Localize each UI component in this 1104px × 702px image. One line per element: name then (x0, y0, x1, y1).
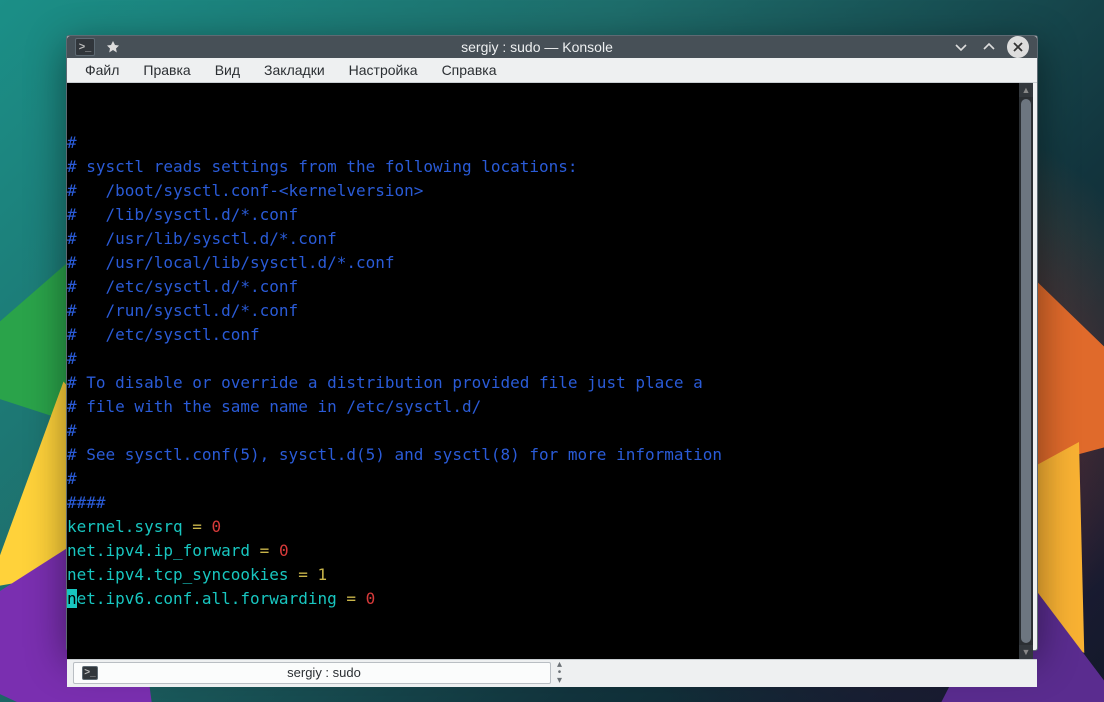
terminal-line: net.ipv6.conf.all.forwarding = 0 (67, 587, 1019, 611)
terminal-line: # /usr/local/lib/sysctl.d/*.conf (67, 251, 1019, 275)
tab-bar: >_ sergiy : sudo ▴•▾ (67, 659, 1037, 687)
terminal-line: # /run/sysctl.d/*.conf (67, 299, 1019, 323)
terminal-line: net.ipv4.ip_forward = 0 (67, 539, 1019, 563)
terminal-line: # /etc/sysctl.d/*.conf (67, 275, 1019, 299)
terminal-line: # file with the same name in /etc/sysctl… (67, 395, 1019, 419)
terminal-line: # (67, 419, 1019, 443)
terminal-line: # (67, 131, 1019, 155)
terminal-viewport[interactable]: ## sysctl reads settings from the follow… (67, 83, 1019, 659)
terminal-icon: >_ (75, 38, 95, 56)
terminal-icon: >_ (82, 666, 98, 680)
maximize-button[interactable] (979, 37, 999, 57)
desktop-wallpaper: >_ sergiy : sudo — Konsole Файл Правка В… (0, 0, 1104, 702)
terminal-line: net.ipv4.tcp_syncookies = 1 (67, 563, 1019, 587)
terminal-scrollbar[interactable]: ▲ ▼ (1019, 83, 1033, 659)
terminal-tab[interactable]: >_ sergiy : sudo (73, 662, 551, 684)
terminal-line: # (67, 467, 1019, 491)
terminal-area: ## sysctl reads settings from the follow… (67, 83, 1037, 659)
terminal-line: # /usr/lib/sysctl.d/*.conf (67, 227, 1019, 251)
tab-label: sergiy : sudo (106, 665, 542, 680)
terminal-line: # /etc/sysctl.conf (67, 323, 1019, 347)
minimize-button[interactable] (951, 37, 971, 57)
menu-bookmarks[interactable]: Закладки (252, 58, 337, 82)
terminal-line: # See sysctl.conf(5), sysctl.d(5) and sy… (67, 443, 1019, 467)
menu-view[interactable]: Вид (203, 58, 252, 82)
menu-file[interactable]: Файл (73, 58, 131, 82)
scroll-down-icon[interactable]: ▼ (1019, 645, 1033, 659)
terminal-line: # (67, 347, 1019, 371)
terminal-line: #### (67, 491, 1019, 515)
pin-icon[interactable] (103, 37, 123, 57)
close-button[interactable] (1007, 36, 1029, 58)
menu-edit[interactable]: Правка (131, 58, 202, 82)
terminal-line: kernel.sysrq = 0 (67, 515, 1019, 539)
menu-bar: Файл Правка Вид Закладки Настройка Справ… (67, 58, 1037, 83)
terminal-line: # /boot/sysctl.conf-<kernelversion> (67, 179, 1019, 203)
menu-help[interactable]: Справка (430, 58, 509, 82)
menu-settings[interactable]: Настройка (337, 58, 430, 82)
scroll-thumb[interactable] (1021, 99, 1031, 643)
terminal-line: # /lib/sysctl.d/*.conf (67, 203, 1019, 227)
window-title: sergiy : sudo — Konsole (131, 39, 943, 55)
window-titlebar[interactable]: >_ sergiy : sudo — Konsole (67, 36, 1037, 58)
editor-status-line: 23,1 Внизу (67, 635, 1019, 659)
scroll-up-icon[interactable]: ▲ (1019, 83, 1033, 97)
terminal-line: # To disable or override a distribution … (67, 371, 1019, 395)
split-handle-icon[interactable]: ▴•▾ (557, 661, 562, 685)
konsole-window: >_ sergiy : sudo — Konsole Файл Правка В… (66, 35, 1038, 651)
terminal-line: # sysctl reads settings from the followi… (67, 155, 1019, 179)
